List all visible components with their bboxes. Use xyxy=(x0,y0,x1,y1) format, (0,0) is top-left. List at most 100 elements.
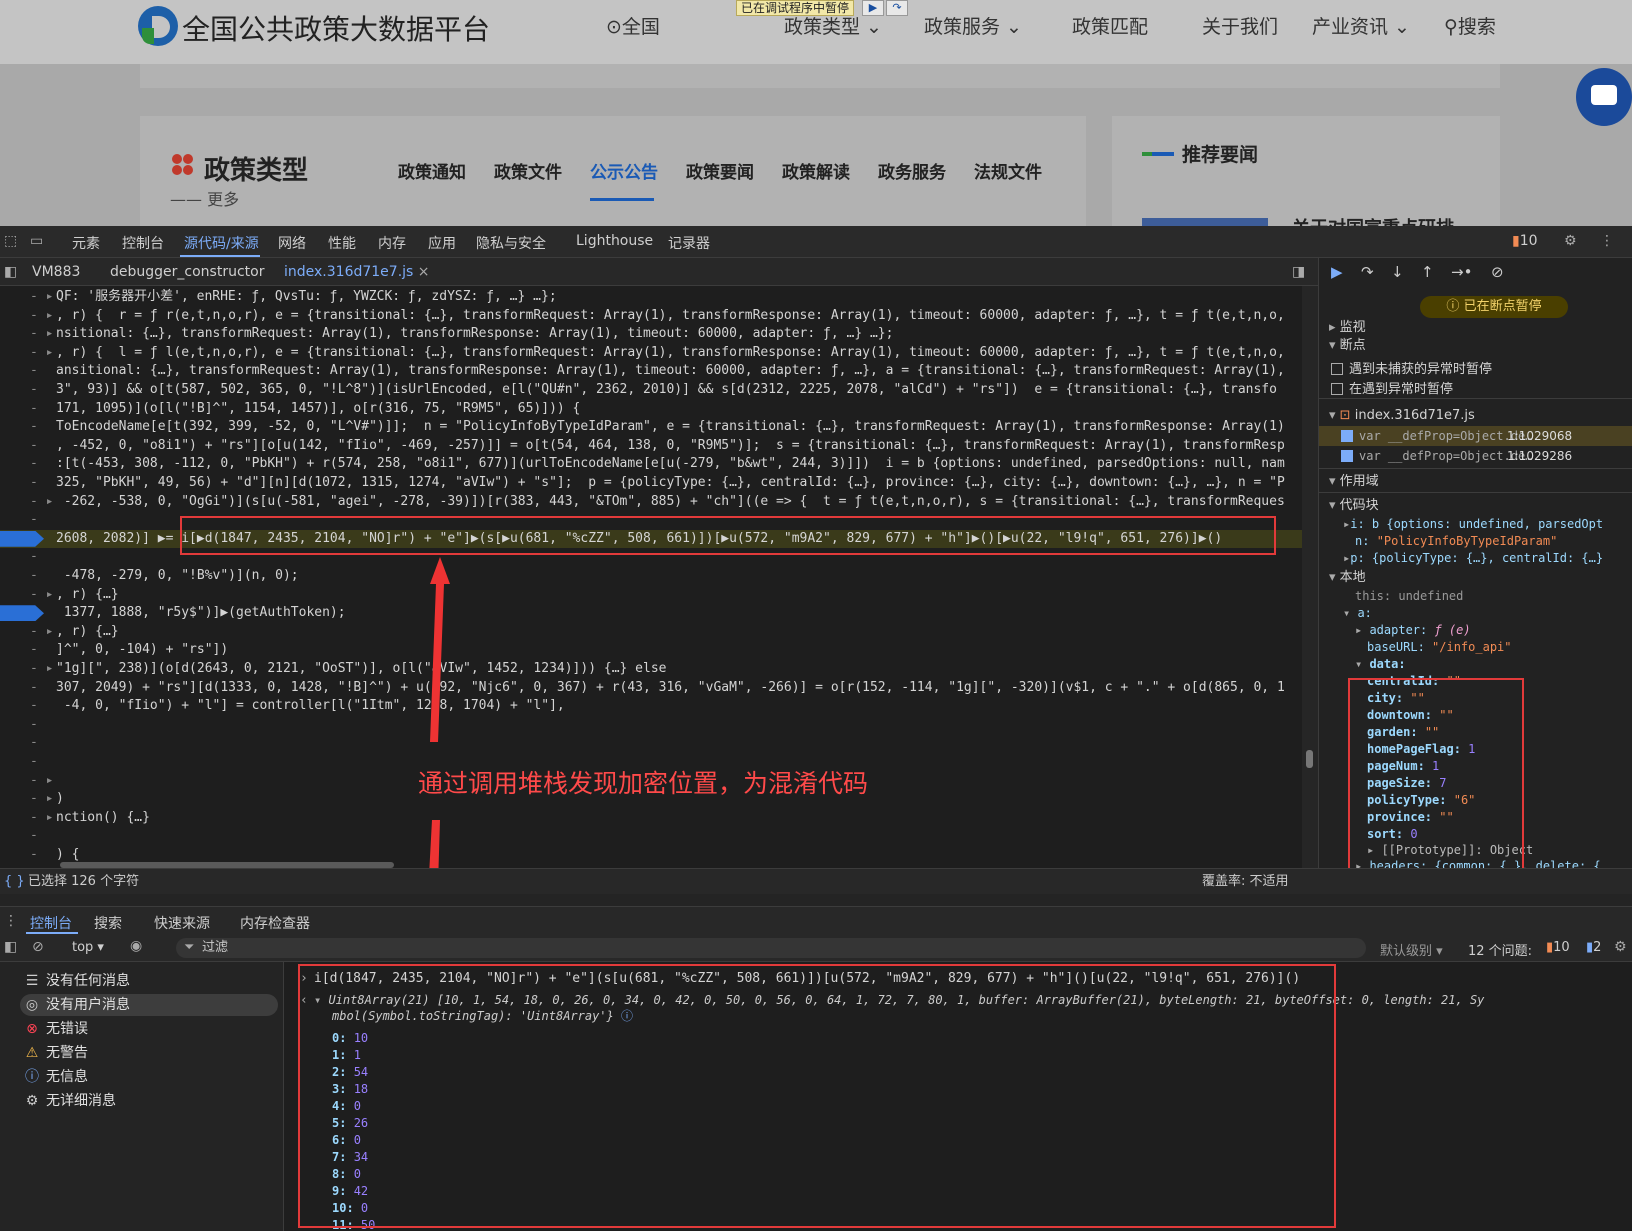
step-over-icon[interactable]: ↷ xyxy=(1361,264,1374,280)
scope-var-p[interactable]: ▸p: {policyType: {…}, centralId: {…} xyxy=(1343,550,1603,566)
code-line[interactable]: - 1377, 1888, "r5y$")]▶(getAuthToken); xyxy=(0,604,1302,622)
tab-policy-interpretation[interactable]: 政策解读 xyxy=(782,158,850,183)
line-gutter[interactable]: - xyxy=(30,641,56,659)
line-gutter[interactable]: - xyxy=(30,381,56,399)
tab-recorder[interactable]: 记录器 xyxy=(668,233,710,253)
editor-vertical-scrollbar[interactable] xyxy=(1302,286,1318,868)
console-filter-input[interactable]: ⏷ 过滤 xyxy=(176,938,1366,958)
line-gutter[interactable]: - xyxy=(30,511,56,529)
step-into-icon[interactable]: ↓ xyxy=(1391,264,1404,280)
recommend-thumbnail[interactable] xyxy=(1142,218,1268,226)
code-line[interactable]: - ▸, r) {…} xyxy=(0,623,1302,641)
line-gutter[interactable]: - xyxy=(30,846,56,864)
tab-policy-news[interactable]: 政策要闻 xyxy=(686,158,754,183)
code-line[interactable]: -171, 1095)](o[l("!B]^", 1154, 1457)], o… xyxy=(0,400,1302,418)
tab-policy-files[interactable]: 政策文件 xyxy=(494,158,562,183)
code-line[interactable]: -:[t(-453, 308, -112, 0, "PbKH") + r(574… xyxy=(0,455,1302,473)
sidebar-all-messages[interactable]: ☰ 没有任何消息 xyxy=(20,970,278,992)
line-gutter[interactable]: - xyxy=(30,827,56,845)
chat-button[interactable] xyxy=(1576,68,1632,126)
code-line[interactable]: - -478, -279, 0, "!B%v")](n, 0); xyxy=(0,567,1302,585)
code-line[interactable]: - xyxy=(0,827,1302,845)
nav-policy-type[interactable]: 政策类型 ⌄ xyxy=(784,12,882,39)
line-gutter[interactable]: - ▸ xyxy=(30,772,56,790)
scope-var-i[interactable]: ▸i: b {options: undefined, parsedOpt xyxy=(1343,516,1603,532)
location-selector[interactable]: ⊙全国 xyxy=(606,12,660,39)
line-gutter[interactable]: - xyxy=(30,716,56,734)
local-scope[interactable]: ▾ 本地 xyxy=(1329,570,1366,586)
code-line[interactable]: - ▸, r) { l = ƒ l(e,t,n,o,r), e = {trans… xyxy=(0,344,1302,362)
file-tab-vm883[interactable]: VM883 xyxy=(32,264,80,280)
line-gutter[interactable]: - ▸ xyxy=(30,660,56,678)
inspect-element-icon[interactable]: ⬚ xyxy=(4,233,17,249)
coverage-status[interactable]: 覆盖率: 不适用 xyxy=(1202,874,1289,890)
deactivate-breakpoints-icon[interactable]: ⊘ xyxy=(1491,264,1504,280)
sidebar-errors[interactable]: ⊗ 无错误 xyxy=(20,1018,278,1040)
tab-lighthouse[interactable]: Lighthouse xyxy=(576,233,653,249)
pause-uncaught-checkbox[interactable]: 遇到未捕获的异常时暂停 xyxy=(1331,362,1492,378)
drawer-tab-console[interactable]: 控制台 xyxy=(30,913,72,933)
line-gutter[interactable]: - xyxy=(30,455,56,473)
issues-badge[interactable]: ▮10 xyxy=(1512,233,1538,249)
line-gutter[interactable]: - xyxy=(30,400,56,418)
tab-regulations[interactable]: 法规文件 xyxy=(974,158,1042,183)
scrollbar-thumb[interactable] xyxy=(1306,750,1313,768)
resume-execution-icon[interactable]: ▶ xyxy=(862,0,884,16)
breakpoint-1[interactable]: var __defProp=Object.de… xyxy=(1341,428,1532,444)
step-out-icon[interactable]: ↑ xyxy=(1421,264,1434,280)
nav-about-us[interactable]: 关于我们 xyxy=(1202,12,1278,39)
tab-performance[interactable]: 性能 xyxy=(328,233,356,253)
code-line[interactable]: - ▸, r) { r = ƒ r(e,t,n,o,r), e = {trans… xyxy=(0,307,1302,325)
breakpoint-2[interactable]: var __defProp=Object.de… xyxy=(1341,448,1532,464)
toggle-sidebar-icon[interactable]: ◧ xyxy=(4,939,17,955)
code-line[interactable]: - xyxy=(0,734,1302,752)
tab-console[interactable]: 控制台 xyxy=(122,233,164,253)
line-gutter[interactable]: - xyxy=(30,362,56,380)
code-line[interactable]: -3", 93)] && o[t(587, 502, 365, 0, "!L^8… xyxy=(0,381,1302,399)
line-gutter[interactable]: - ▸ xyxy=(30,790,56,808)
line-gutter[interactable]: - xyxy=(30,548,56,566)
code-line[interactable]: - xyxy=(0,716,1302,734)
line-gutter[interactable]: - ▸ xyxy=(30,623,56,641)
device-toolbar-icon[interactable]: ▭ xyxy=(30,233,43,249)
settings-gear-icon[interactable]: ⚙ xyxy=(1564,233,1577,249)
issues-count[interactable]: 12 个问题: xyxy=(1468,940,1532,959)
tab-policy-notice[interactable]: 政策通知 xyxy=(398,158,466,183)
step-over-icon[interactable]: ↷ xyxy=(886,0,908,16)
scope-adapter[interactable]: ▸ adapter: ƒ (e) xyxy=(1355,622,1471,638)
file-tab-index-js[interactable]: index.316d71e7.js × xyxy=(284,264,430,280)
tab-elements[interactable]: 元素 xyxy=(72,233,100,253)
code-line[interactable]: -325, "PbKH", 49, 56) + "d"][n][d(1072, … xyxy=(0,474,1302,492)
code-line[interactable]: - ▸ QF: '服务器开小差', enRHE: ƒ, QvsTu: ƒ, YWZ… xyxy=(0,288,1302,306)
sidebar-warnings[interactable]: ⚠ 无警告 xyxy=(20,1042,278,1064)
issues-info-badge[interactable]: ▮2 xyxy=(1586,940,1601,955)
live-expression-eye-icon[interactable]: ◉ xyxy=(130,938,142,954)
nav-search[interactable]: ⚲搜索 xyxy=(1444,12,1496,39)
watch-section[interactable]: ▸ 监视 xyxy=(1329,320,1366,336)
breakpoint-marker[interactable] xyxy=(0,530,44,547)
recommend-item[interactable]: 关于对国宣重点研排 xyxy=(1292,214,1454,226)
line-gutter[interactable]: - ▸ xyxy=(30,586,56,604)
code-line[interactable]: -307, 2049) + "rs"][d(1333, 0, 1428, "!B… xyxy=(0,679,1302,697)
log-level-selector[interactable]: 默认级别 ▾ xyxy=(1380,940,1443,959)
issues-error-badge[interactable]: ▮10 xyxy=(1546,940,1570,955)
line-gutter[interactable]: - ▸ xyxy=(30,325,56,343)
code-line[interactable]: - ▸ nction() {…} xyxy=(0,809,1302,827)
scope-var-n[interactable]: n: "PolicyInfoByTypeIdParam" xyxy=(1355,533,1557,549)
line-gutter[interactable]: - xyxy=(30,753,56,771)
toggle-debugger-icon[interactable]: ◨ xyxy=(1292,264,1305,280)
context-selector[interactable]: top ▾ xyxy=(72,940,104,955)
tab-memory[interactable]: 内存 xyxy=(378,233,406,253)
line-gutter[interactable]: - ▸ xyxy=(30,344,56,362)
console-settings-icon[interactable]: ⚙ xyxy=(1614,939,1627,955)
breakpoint-marker[interactable] xyxy=(0,605,44,622)
code-line[interactable]: - ▸ nsitional: {…}, transformRequest: Arr… xyxy=(0,325,1302,343)
block-scope[interactable]: ▾ 代码块 xyxy=(1329,498,1379,514)
sidebar-info[interactable]: ⓘ 无信息 xyxy=(20,1066,278,1088)
site-title[interactable]: 全国公共政策大数据平台 xyxy=(182,8,490,48)
file-tab-debugger-constructor[interactable]: debugger_constructor xyxy=(110,264,264,280)
line-gutter[interactable]: - xyxy=(30,474,56,492)
nav-policy-service[interactable]: 政策服务 ⌄ xyxy=(924,12,1022,39)
line-gutter[interactable]: - ▸ xyxy=(30,288,56,306)
resume-icon[interactable]: ▶︎ xyxy=(1331,264,1343,280)
